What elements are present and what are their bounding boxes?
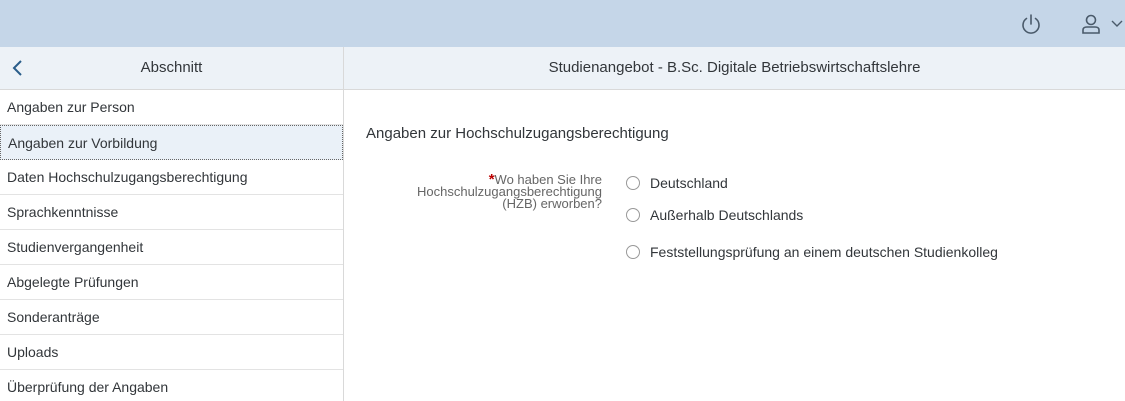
sidebar-item-studienvergangenheit[interactable]: Studienvergangenheit [0,230,343,265]
hzb-question-label: *Wo haben Sie Ihre Hochschulzugangsberec… [416,171,602,211]
section-title: Angaben zur Hochschulzugangsberechtigung [366,125,669,142]
power-icon[interactable] [1019,12,1043,36]
sidebar-item-angaben-zur-vorbildung[interactable]: Angaben zur Vorbildung [0,125,343,160]
sidebar-title: Abschnitt [140,59,203,76]
sidebar-header: Abschnitt [0,47,343,90]
chevron-down-icon[interactable] [1109,16,1125,32]
main-content: Studienangebot - B.Sc. Digitale Betriebs… [344,47,1125,401]
radio-option-deutschland[interactable]: Deutschland [626,175,728,191]
sidebar-item-uploads[interactable]: Uploads [0,335,343,370]
radio-button[interactable] [626,208,640,222]
radio-option-studienkolleg[interactable]: Feststellungsprüfung an einem deutschen … [626,244,998,260]
radio-button[interactable] [626,245,640,259]
radio-button[interactable] [626,176,640,190]
sidebar-item-sprachkenntnisse[interactable]: Sprachkenntnisse [0,195,343,230]
radio-option-ausserhalb[interactable]: Außerhalb Deutschlands [626,207,803,223]
sidebar-item-angaben-zur-person[interactable]: Angaben zur Person [0,90,343,125]
sidebar-item-sonderantraege[interactable]: Sonderanträge [0,300,343,335]
radio-label: Feststellungsprüfung an einem deutschen … [650,244,998,260]
shell-header [0,0,1125,47]
section-sidebar: Abschnitt Angaben zur Person Angaben zur… [0,47,344,401]
radio-label: Außerhalb Deutschlands [650,207,804,223]
sidebar-item-daten-hzb[interactable]: Daten Hochschulzugangsberechtigung [0,160,343,195]
sidebar-item-ueberpruefung[interactable]: Überprüfung der Angaben [0,370,343,401]
radio-label: Deutschland [650,175,728,191]
page-title: Studienangebot - B.Sc. Digitale Betriebs… [344,47,1125,90]
user-icon[interactable] [1079,12,1103,36]
sidebar-item-abgelegte-pruefungen[interactable]: Abgelegte Prüfungen [0,265,343,300]
